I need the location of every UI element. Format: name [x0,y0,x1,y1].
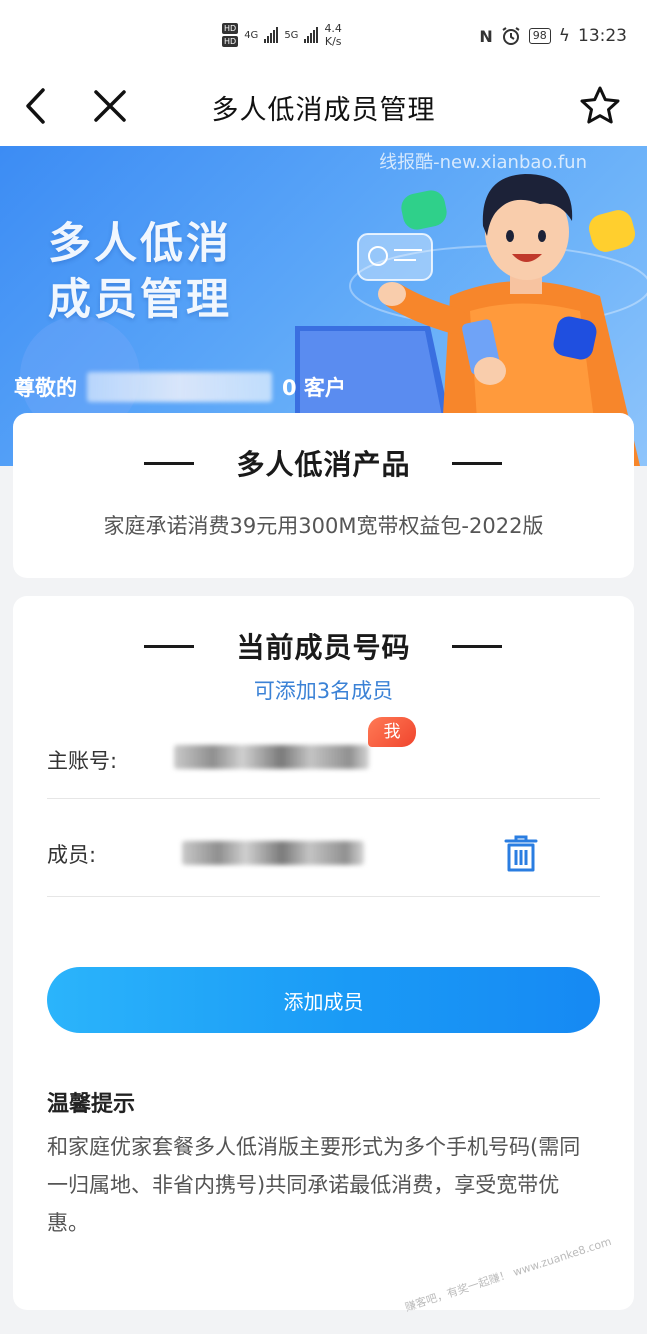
product-name: 家庭承诺消费39元用300M宽带权益包-2022版 [103,514,544,538]
network-speed: 4.4 K/s [324,22,342,48]
battery-indicator: 98 [528,28,551,44]
customer-greeting: 尊敬的 0 客户 [14,372,346,402]
network-type-2: 5G [284,29,299,41]
speed-value: 4.4 [324,22,342,35]
product-card: 多人低消产品 家庭承诺消费39元用300M宽带权益包-2022版 [13,413,634,578]
banner-title-line-2: 成员管理 [48,275,232,325]
member-row: 成员: [47,799,600,897]
signal-icon [264,27,279,43]
member-label: 成员: [47,843,97,867]
primary-account-label: 主账号: [47,749,118,773]
add-member-button[interactable]: 添加成员 [47,967,600,1033]
signal-icon-2 [304,27,319,43]
members-section-title: 当前成员号码 [236,631,411,664]
system-indicators: N 98 ϟ 13:23 [479,26,627,46]
status-bar: HD HD 4G 5G 4.4 K/s N 98 ϟ 13:23 [0,0,647,72]
clock: 13:23 [578,26,627,46]
masked-customer-name [87,372,272,402]
title-divider-right [452,462,502,465]
members-card: 当前成员号码 可添加3名成员 主账号: 我 成员: 添加成员 温馨提示 和家庭优… [13,596,634,1314]
corner-watermark: 赚客吧，有奖一起赚！ www.zuanke8.com [403,1234,613,1315]
me-badge: 我 [368,717,416,747]
masked-member-number [182,841,364,865]
greeting-suffix: 0 客户 [282,376,346,400]
tips-title: 温馨提示 [47,1092,136,1117]
nfc-icon: N [479,26,493,46]
speed-unit: K/s [324,35,342,48]
hd-badge-2: HD [222,36,239,47]
page-title: 多人低消成员管理 [211,95,436,126]
banner-watermark: 线报酷-new.xianbao.fun [379,152,587,173]
network-type-1: 4G [244,29,259,41]
navigation-bar: 多人低消成员管理 [0,72,647,146]
star-icon[interactable] [578,84,622,128]
network-indicators: HD HD 4G 5G 4.4 K/s [222,22,342,48]
masked-primary-number [174,745,369,769]
primary-account-row: 主账号: 我 [47,701,600,799]
greeting-prefix: 尊敬的 [14,376,77,400]
hd-indicators: HD HD [222,23,239,47]
delete-member-icon[interactable] [503,833,539,873]
banner-title: 多人低消 成员管理 [48,216,232,328]
tips-text: 和家庭优家套餐多人低消版主要形式为多个手机号码(需同一归属地、非省内携号)共同承… [47,1135,581,1235]
hd-badge-1: HD [222,23,239,34]
product-section-title: 多人低消产品 [236,448,411,481]
charging-icon: ϟ [558,26,570,46]
banner-title-line-1: 多人低消 [48,219,232,269]
title-divider-right [452,645,502,648]
alarm-icon [502,27,520,45]
